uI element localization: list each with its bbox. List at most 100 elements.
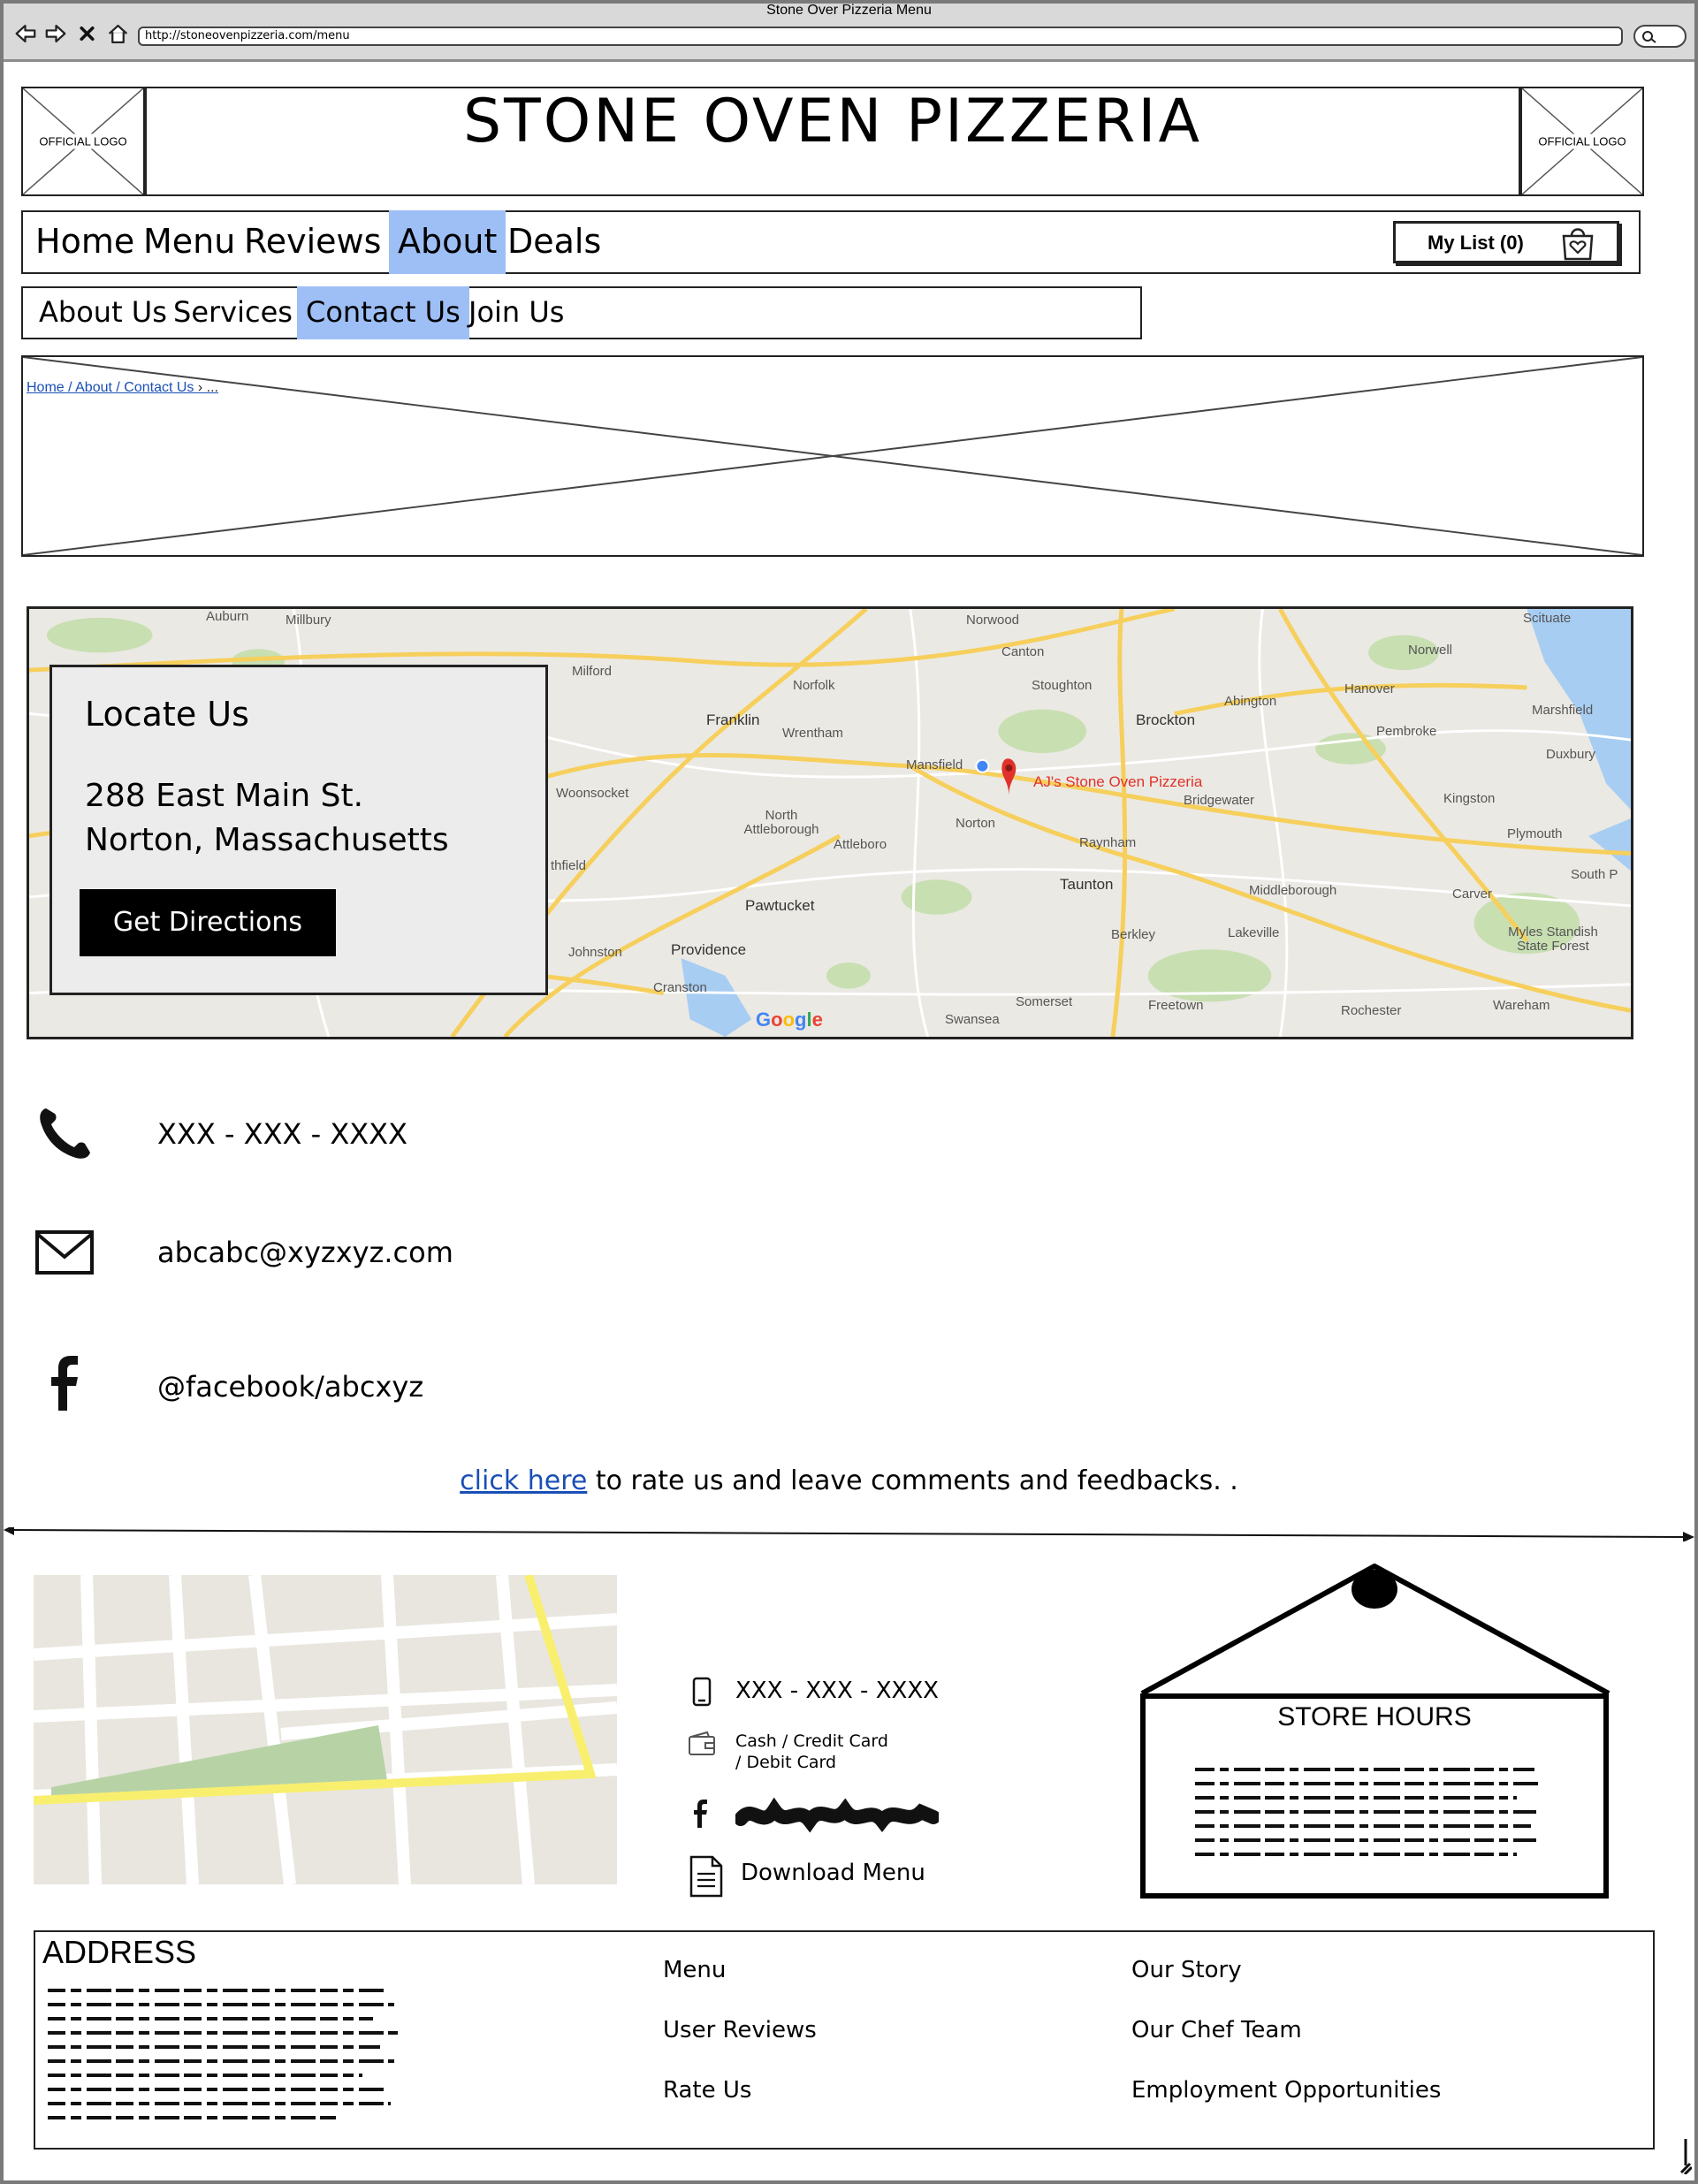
map-place: Hanover [1344, 681, 1395, 696]
resize-grip-icon[interactable] [1679, 2139, 1692, 2174]
breadcrumb-link[interactable]: Home / About / Contact Us [27, 380, 194, 395]
map-place: Rochester [1341, 1003, 1402, 1018]
store-hours-placeholder-text [1195, 1768, 1538, 1856]
breadcrumb-more: › ... [197, 380, 218, 395]
address-line-2: Norton, Massachusetts [85, 822, 449, 858]
mobile-icon [692, 1677, 712, 1707]
map-place: thfield [551, 858, 587, 873]
contact-email[interactable]: abcabc@xyzxyz.com [157, 1236, 453, 1269]
rate-us-line: click here to rate us and leave comments… [0, 1465, 1698, 1496]
google-logo: Google [756, 1008, 823, 1031]
section-divider [4, 1527, 1694, 1541]
map-place: Freetown [1148, 998, 1204, 1013]
map-place: Auburn [206, 609, 249, 624]
subnav-item-join-us[interactable]: Join Us [460, 286, 573, 339]
home-icon[interactable] [107, 21, 129, 46]
redacted-social-handle [735, 1797, 939, 1833]
footer-link-our-chef-team[interactable]: Our Chef Team [1131, 2017, 1302, 2043]
map-place: Attleboro [834, 837, 887, 852]
map-place: Lakeville [1228, 925, 1280, 940]
contact-facebook[interactable]: @facebook/abcxyz [157, 1370, 423, 1404]
map-place: Taunton [1060, 876, 1114, 893]
payment-line-1: Cash / Credit Card [735, 1731, 888, 1751]
subnav-item-services[interactable]: Services [164, 286, 301, 339]
map-place: South P [1571, 867, 1618, 882]
map-place: Norfolk [793, 678, 835, 693]
nav-item-home[interactable]: Home [27, 210, 143, 274]
breadcrumb[interactable]: Home / About / Contact Us › ... [27, 380, 218, 396]
official-logo-right[interactable]: OFFICIAL LOGO [1520, 87, 1644, 196]
map-place: North Attleborough [743, 808, 819, 837]
map-place: Myles Standish State Forest [1508, 925, 1598, 954]
address-bar[interactable]: http://stoneovenpizzeria.com/menu [138, 27, 1623, 46]
footer-link-employment[interactable]: Employment Opportunities [1131, 2077, 1441, 2104]
facebook-icon [51, 1356, 78, 1411]
browser-search[interactable] [1633, 25, 1687, 48]
browser-nav [14, 18, 129, 49]
rate-link[interactable]: click here [460, 1465, 587, 1496]
footer-link-our-story[interactable]: Our Story [1131, 1957, 1242, 1983]
map-place: Woonsocket [556, 786, 629, 801]
subnav-item-about-us[interactable]: About Us [30, 286, 176, 339]
document-icon [689, 1855, 723, 1898]
my-list-label: My List (0) [1428, 232, 1524, 254]
map-place: Milford [572, 664, 613, 679]
download-menu-link[interactable]: Download Menu [741, 1860, 925, 1886]
map-place: Cranston [653, 980, 707, 995]
map-place: Pembroke [1376, 724, 1437, 739]
my-list-button[interactable]: My List (0) [1393, 221, 1619, 263]
logo-label: OFFICIAL LOGO [1536, 133, 1628, 149]
map-pin-label[interactable]: AJ's Stone Oven Pizzeria [1033, 773, 1202, 791]
logo-label: OFFICIAL LOGO [37, 133, 129, 149]
map-place: Norton [956, 816, 996, 831]
site-title: STONE OVEN PIZZERIA [463, 87, 1202, 156]
map-place: Brockton [1136, 712, 1196, 728]
map-place: Wareham [1493, 998, 1550, 1013]
footer-address-title: ADDRESS [42, 1934, 197, 1970]
rate-text: to rate us and leave comments and feedba… [587, 1465, 1238, 1496]
nav-item-deals[interactable]: Deals [499, 210, 610, 274]
map-place: Norwell [1408, 643, 1453, 658]
map-place: Duxbury [1546, 747, 1595, 762]
shopping-bag-icon [1562, 228, 1594, 261]
map-place: Plymouth [1507, 826, 1563, 841]
map-place: Johnston [568, 945, 622, 960]
phone-icon [40, 1108, 90, 1159]
map-place: Stoughton [1032, 678, 1093, 693]
mail-icon [35, 1230, 94, 1275]
map-place: Pawtucket [745, 897, 815, 914]
forward-icon[interactable] [45, 21, 67, 46]
map-place: Somerset [1016, 994, 1073, 1009]
get-directions-button[interactable]: Get Directions [80, 889, 336, 956]
map-place: Millbury [286, 613, 331, 628]
official-logo-left[interactable]: OFFICIAL LOGO [21, 87, 145, 196]
map-place: Abington [1224, 694, 1277, 709]
footer-address-placeholder-text [48, 1989, 398, 2119]
subnav-item-contact-us[interactable]: Contact Us [297, 286, 469, 339]
map-place: Franklin [706, 712, 760, 728]
footer-link-menu[interactable]: Menu [663, 1957, 726, 1983]
nav-item-reviews[interactable]: Reviews [235, 210, 390, 274]
address-line-1: 288 East Main St. [85, 778, 364, 814]
map-place: Raynham [1079, 835, 1137, 850]
map-place: Canton [1001, 644, 1045, 659]
map-place: Norwood [966, 613, 1020, 628]
map-place: Bridgewater [1184, 793, 1255, 808]
footer-link-user-reviews[interactable]: User Reviews [663, 2017, 817, 2043]
footer-link-rate-us[interactable]: Rate Us [663, 2077, 751, 2104]
nav-item-about[interactable]: About [389, 210, 506, 274]
search-icon [1642, 31, 1656, 43]
footer-phone[interactable]: XXX - XXX - XXXX [735, 1678, 939, 1704]
store-hours-title: STORE HOURS [1277, 1702, 1472, 1731]
locate-title: Locate Us [85, 695, 249, 734]
nav-item-menu[interactable]: Menu [134, 210, 244, 274]
contact-phone[interactable]: XXX - XXX - XXXX [157, 1117, 407, 1151]
footer-map[interactable] [34, 1575, 617, 1884]
map-place: Wrentham [782, 726, 843, 741]
map-place: Swansea [945, 1012, 1000, 1027]
back-icon[interactable] [14, 21, 36, 46]
map-place: Berkley [1111, 927, 1156, 942]
payment-line-2: / Debit Card [735, 1753, 837, 1772]
map-place: Marshfield [1532, 703, 1594, 718]
close-icon[interactable] [76, 21, 98, 46]
